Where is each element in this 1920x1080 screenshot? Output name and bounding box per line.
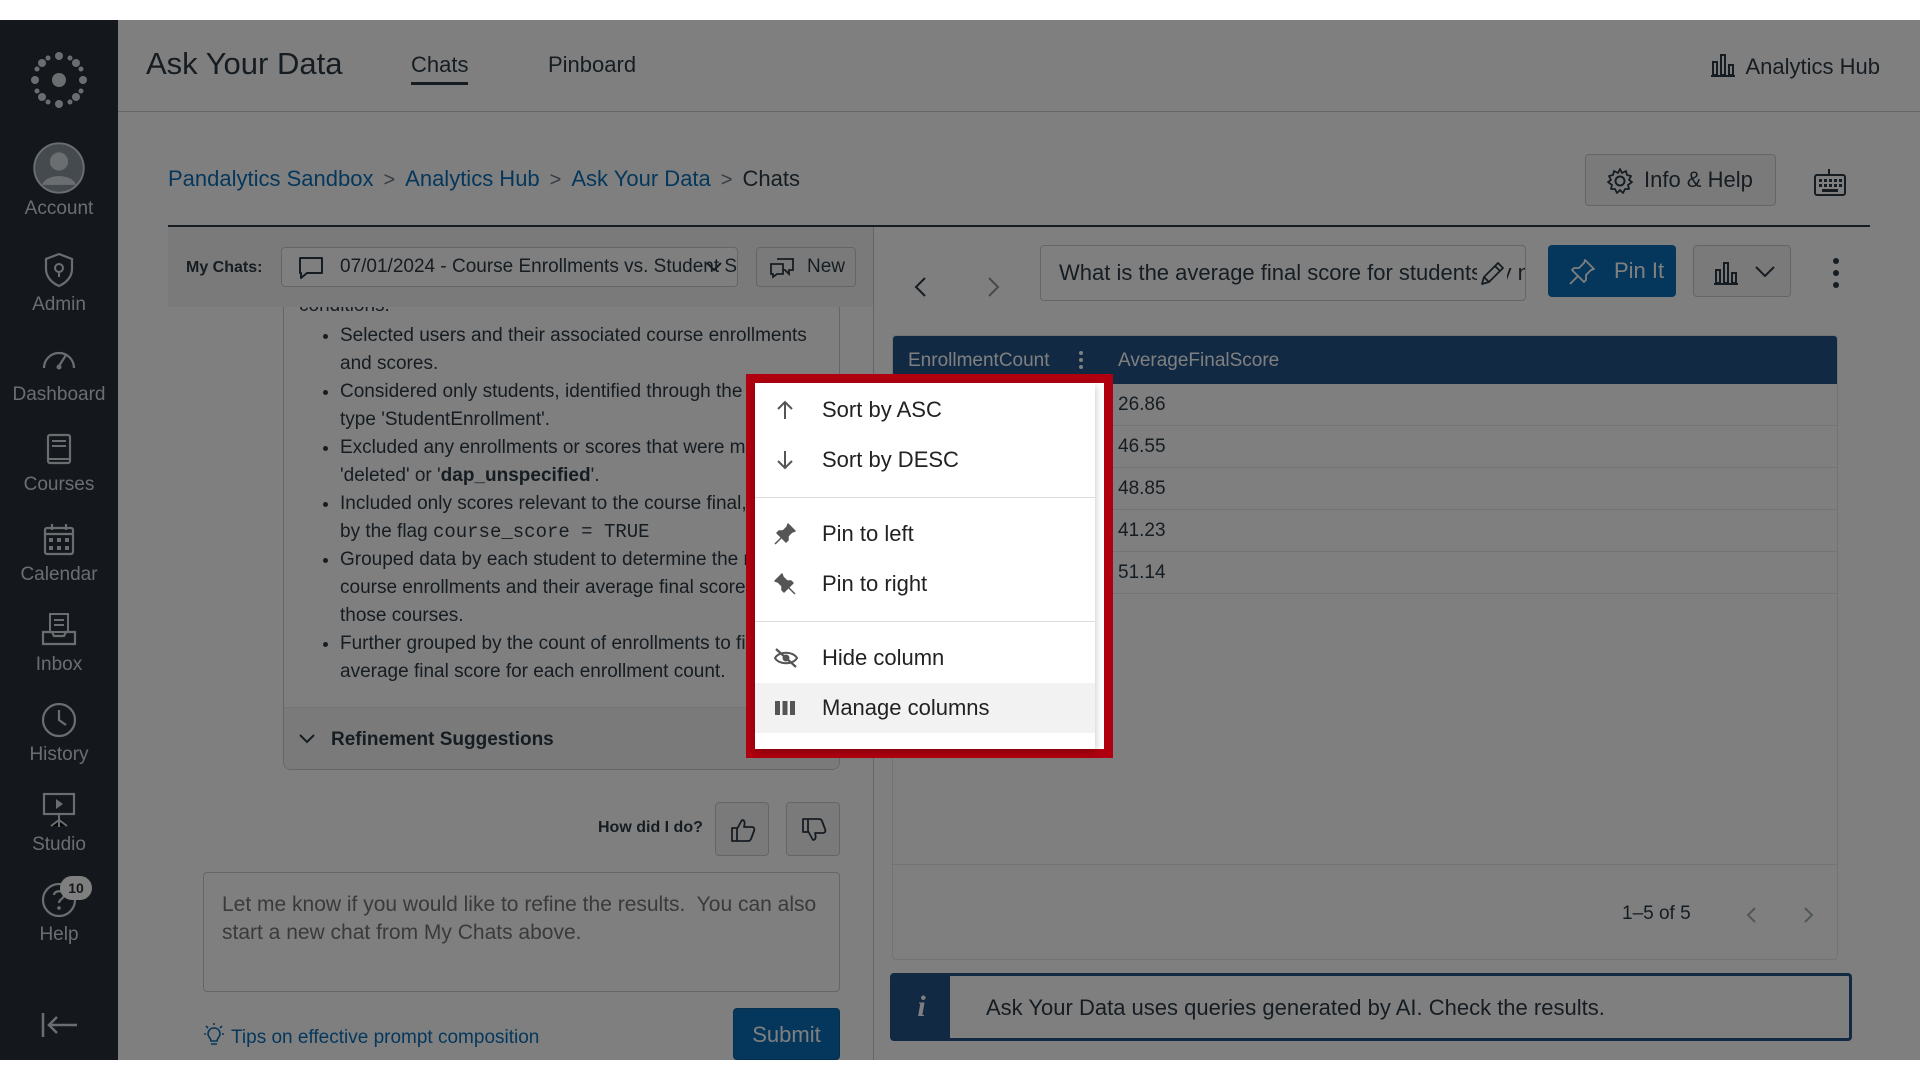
pin-left-icon <box>774 523 796 545</box>
arrow-up-icon <box>777 400 793 419</box>
menu-item-label: Sort by ASC <box>822 397 942 422</box>
menu-separator <box>755 621 1095 622</box>
menu-item-label: Manage columns <box>822 695 990 720</box>
menu-item-sort-desc[interactable]: Sort by DESC <box>755 435 1095 485</box>
menu-item-label: Pin to left <box>822 521 914 546</box>
menu-item-label: Pin to right <box>822 571 928 596</box>
menu-item-pin-right[interactable]: Pin to right <box>755 559 1095 609</box>
menu-item-manage-columns[interactable]: Manage columns <box>755 683 1095 733</box>
app-window: Account Admin Dashboard Courses <box>0 20 1920 1060</box>
columns-icon <box>775 701 795 715</box>
menu-separator <box>755 497 1095 498</box>
menu-item-sort-asc[interactable]: Sort by ASC <box>755 385 1095 435</box>
menu-item-label: Hide column <box>822 645 945 670</box>
eye-off-icon <box>773 648 799 668</box>
column-context-menu: Sort by ASC Sort by DESC Pin to left Pin… <box>746 374 1113 758</box>
menu-item-hide-column[interactable]: Hide column <box>755 633 1095 683</box>
menu-item-pin-left[interactable]: Pin to left <box>755 509 1095 559</box>
pin-right-icon <box>774 573 796 595</box>
context-menu-panel: Sort by ASC Sort by DESC Pin to left Pin… <box>755 383 1095 749</box>
menu-item-label: Sort by DESC <box>822 447 959 472</box>
arrow-down-icon <box>777 451 793 470</box>
